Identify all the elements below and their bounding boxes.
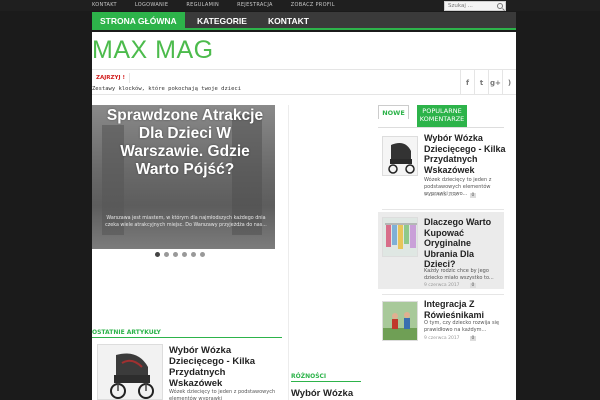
search-box xyxy=(444,1,506,11)
top-links: KONTAKT LOGOWANIE REGULAMIN REJESTRACJA … xyxy=(92,2,353,8)
facebook-icon[interactable]: f xyxy=(460,70,474,95)
slider-dot[interactable] xyxy=(191,252,196,257)
site-logo[interactable]: MAX MAG xyxy=(92,38,214,63)
tab-popular-comments[interactable]: POPULARNE KOMENTARZE xyxy=(417,105,467,127)
sidebar-item-meta: 9 czerwca 2017 0 xyxy=(424,336,477,341)
clothes-rack-image xyxy=(383,218,417,256)
top-link-logowanie[interactable]: LOGOWANIE xyxy=(135,2,169,8)
column-divider xyxy=(288,105,289,400)
sidebar-item: Dlaczego Warto Kupować Oryginalne Ubrani… xyxy=(378,212,504,289)
misc-label: RÓŻNOŚCI xyxy=(291,373,327,380)
sidebar-item-thumbnail[interactable] xyxy=(382,136,418,176)
comment-count-badge[interactable]: 0 xyxy=(469,193,477,198)
nav-item-home[interactable]: STRONA GŁÓWNA xyxy=(92,12,185,30)
ticker-label: ZAJRZYJ ! xyxy=(92,73,130,83)
misc-article-title[interactable]: Wybór Wózka Dziecięcego xyxy=(291,388,361,400)
nav-item-categories[interactable]: KATEGORIE xyxy=(189,12,255,30)
slider-dot[interactable] xyxy=(173,252,178,257)
sidebar-divider xyxy=(382,209,504,210)
sidebar-item-thumbnail[interactable] xyxy=(382,217,418,257)
sidebar-item-excerpt: Każdy rodzic chce by jego dziecko miało … xyxy=(424,268,494,281)
tab-new[interactable]: NOWE xyxy=(378,105,409,119)
sidebar-item-date: 9 czerwca 2017 xyxy=(424,193,460,198)
sidebar-item-thumbnail[interactable] xyxy=(382,301,418,341)
news-ticker: ZAJRZYJ ! Zestawy klocków, które pokocha… xyxy=(92,69,516,95)
top-link-regulamin[interactable]: REGULAMIN xyxy=(186,2,219,8)
rss-icon[interactable]: ) xyxy=(502,70,516,95)
slider-dot[interactable] xyxy=(155,252,160,257)
section-divider xyxy=(92,337,282,338)
sidebar-item-meta: 9 czerwca 2017 0 xyxy=(424,283,477,288)
recent-article-thumbnail[interactable] xyxy=(97,344,163,400)
sidebar-divider xyxy=(382,294,504,295)
comment-count-badge[interactable]: 0 xyxy=(469,336,477,341)
sidebar-item-title[interactable]: Integracja Z Rówieśnikami xyxy=(424,299,506,320)
slider-title[interactable]: Sprawdzone Atrakcje Dla Dzieci W Warszaw… xyxy=(100,107,270,179)
social-links: f t g+ ) xyxy=(460,70,516,95)
slider-dot[interactable] xyxy=(200,252,205,257)
sidebar-item-excerpt: O tym, czy dziecko rozwija się prawidłow… xyxy=(424,320,500,333)
googleplus-icon[interactable]: g+ xyxy=(488,70,502,95)
sidebar-item-date: 9 czerwca 2017 xyxy=(424,336,460,341)
recent-articles-label: OSTATNIE ARTYKUŁY xyxy=(92,329,161,336)
main-nav: STRONA GŁÓWNA KATEGORIE KONTAKT xyxy=(92,12,516,30)
tab-popular-label: POPULARNE xyxy=(422,107,462,115)
sidebar-item-title[interactable]: Wybór Wózka Dziecięcego - Kilka Przydatn… xyxy=(424,133,506,175)
slider-dot[interactable] xyxy=(164,252,169,257)
tab-comments-label: KOMENTARZE xyxy=(419,115,465,123)
tab-divider xyxy=(378,127,504,128)
slider-dot[interactable] xyxy=(182,252,187,257)
stroller-image xyxy=(98,345,162,399)
twitter-icon[interactable]: t xyxy=(474,70,488,95)
top-link-kontakt[interactable]: KONTAKT xyxy=(92,2,117,8)
search-input[interactable] xyxy=(448,2,492,10)
sidebar-item-meta: 9 czerwca 2017 0 xyxy=(424,193,477,198)
sidebar-item: Wybór Wózka Dziecięcego - Kilka Przydatn… xyxy=(378,130,506,198)
nav-item-contact[interactable]: KONTAKT xyxy=(260,12,317,30)
slider-dots xyxy=(155,252,205,257)
recent-article-excerpt: Wózek dziecięcy to jeden z podstawowych … xyxy=(169,389,276,400)
slider-excerpt: Warszawa jest miastem, w którym dla najm… xyxy=(105,216,267,228)
ticker-headline[interactable]: Zestawy klocków, które pokochają twoje d… xyxy=(92,86,241,92)
comment-count-badge[interactable]: 0 xyxy=(469,283,477,288)
top-link-rejestracja[interactable]: REJESTRACJA xyxy=(237,2,273,8)
stroller-image xyxy=(383,137,417,175)
top-utility-bar: KONTAKT LOGOWANIE REGULAMIN REJESTRACJA … xyxy=(0,0,600,11)
recent-article-title[interactable]: Wybór Wózka Dziecięcego - Kilka Przydatn… xyxy=(169,345,279,389)
sidebar-item-title[interactable]: Dlaczego Warto Kupować Oryginalne Ubrani… xyxy=(424,217,506,270)
search-icon[interactable] xyxy=(497,3,503,9)
sidebar-item-date: 9 czerwca 2017 xyxy=(424,283,460,288)
top-link-profil[interactable]: ZOBACZ PROFIL xyxy=(291,2,335,8)
featured-slider[interactable]: Sprawdzone Atrakcje Dla Dzieci W Warszaw… xyxy=(92,105,275,249)
children-outdoors-image xyxy=(383,302,417,340)
content-area: MAX MAG ZAJRZYJ ! Zestawy klocków, które… xyxy=(92,32,516,400)
section-divider xyxy=(291,381,361,382)
sidebar-item: Integracja Z Rówieśnikami O tym, czy dzi… xyxy=(378,296,504,346)
